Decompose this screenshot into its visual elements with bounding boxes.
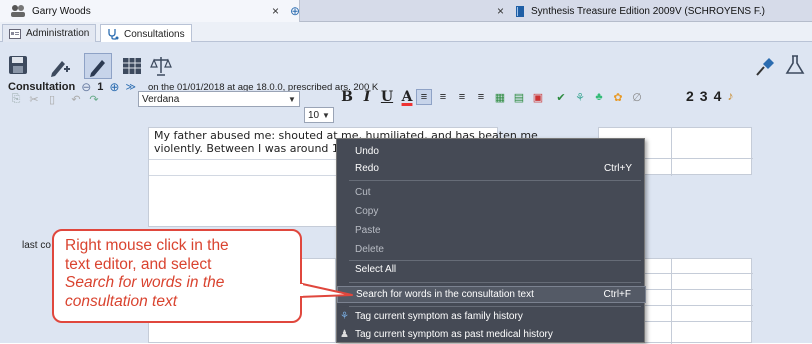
font-size-select[interactable]: 10 ▼	[304, 107, 334, 123]
menu-item-label: Search for words in the consultation tex…	[356, 289, 534, 300]
book-tab-label: Synthesis Treasure Edition 2009V (SCHROY…	[531, 5, 765, 17]
menu-item-cut[interactable]: Cut	[337, 184, 646, 201]
menu-item-label: Paste	[355, 225, 381, 236]
save-button[interactable]	[8, 55, 30, 77]
sub-tab-bar: Administration Consultations	[0, 22, 812, 43]
copy-icon[interactable]: ⎘	[8, 91, 24, 107]
redo-icon[interactable]: ↷	[86, 91, 102, 107]
menu-item-shortcut: Ctrl+F	[603, 289, 632, 300]
callout-line-3: Search for words in the	[65, 274, 225, 291]
align-right-icon[interactable]: ≡	[454, 89, 470, 105]
next-consultation-icon[interactable]: ⊕	[109, 80, 119, 94]
align-center-icon[interactable]: ≡	[435, 89, 451, 105]
family-tree-icon[interactable]: ⚘	[572, 89, 588, 105]
menu-item-label: Tag current symptom as past medical hist…	[355, 329, 553, 340]
family-tree-icon: ⚘	[340, 311, 349, 322]
add-tab-icon[interactable]: ⊕	[290, 4, 300, 18]
align-justify-icon[interactable]: ≡	[473, 89, 489, 105]
scales-icon	[150, 57, 172, 76]
insert-column-icon[interactable]: ▤	[511, 89, 527, 105]
scales-button[interactable]	[150, 55, 172, 77]
chevron-down-icon: ▼	[322, 110, 330, 120]
menu-item-shortcut: Ctrl+Y	[603, 163, 632, 174]
font-color-button[interactable]: A	[398, 89, 416, 105]
book-tab[interactable]: Synthesis Treasure Edition 2009V (SCHROY…	[515, 0, 765, 22]
pin-icon	[756, 58, 774, 76]
window-tab-bar: Garry Woods × ⊕ × Synthesis Treasure Edi…	[0, 0, 812, 22]
menu-item-delete[interactable]: Delete	[337, 241, 646, 258]
tab-administration[interactable]: Administration	[2, 24, 97, 42]
text-style-group: B I U A	[338, 89, 416, 105]
tab-consultations[interactable]: Consultations	[100, 24, 192, 43]
insert-row-icon[interactable]: ▦	[492, 89, 508, 105]
menu-item-tag-family-history[interactable]: ⚘ Tag current symptom as family history	[337, 308, 646, 325]
level-group: 2 3 4 ♪	[686, 88, 733, 104]
undo-icon[interactable]: ↶	[68, 91, 84, 107]
paste-icon[interactable]: ▯	[44, 91, 60, 107]
menu-item-label: Select All	[355, 264, 397, 275]
callout-line-1: Right mouse click in the	[65, 237, 229, 254]
align-group: ≡ ≡ ≡ ≡ ▦ ▤ ▣ ✔ ⚘ ♣ ✿ ∅	[416, 89, 645, 105]
align-left-icon[interactable]: ≡	[416, 89, 432, 105]
callout-text: Right mouse click in the text editor, an…	[65, 237, 297, 311]
level-2-button[interactable]: 2	[686, 88, 694, 104]
pen-icon	[90, 60, 105, 77]
menu-item-label: Tag current symptom as family history	[355, 311, 523, 322]
font-family-value: Verdana	[142, 93, 180, 105]
menu-item-label: Delete	[355, 244, 384, 255]
callout-line-4: consultation text	[65, 292, 178, 310]
menu-item-select-all[interactable]: Select All	[337, 261, 646, 278]
id-card-icon	[9, 28, 21, 39]
gift-icon[interactable]: ✿	[610, 89, 626, 105]
tab-administration-label: Administration	[26, 28, 90, 39]
book-icon	[516, 5, 524, 17]
save-icon	[9, 56, 27, 74]
menu-item-label: Cut	[355, 187, 371, 198]
bold-button[interactable]: B	[338, 89, 356, 105]
menu-item-label: Copy	[355, 206, 379, 217]
music-icon[interactable]: ♪	[727, 89, 733, 103]
underline-button[interactable]: U	[378, 89, 396, 105]
font-size-value: 10	[308, 109, 320, 121]
level-3-button[interactable]: 3	[700, 88, 708, 104]
medical-history-icon[interactable]: ♣	[591, 89, 607, 105]
edit-mode-button[interactable]	[84, 53, 112, 79]
chevron-down-icon: ▼	[288, 94, 296, 104]
edit-add-button[interactable]	[48, 55, 72, 77]
patient-tab-label: Garry Woods	[32, 5, 91, 17]
patient-tab[interactable]: Garry Woods	[0, 0, 300, 22]
link-icon[interactable]: ∅	[629, 89, 645, 105]
flask-button[interactable]	[784, 54, 806, 76]
patient-icon	[11, 5, 25, 17]
menu-item-label: Redo	[355, 163, 379, 174]
level-4-button[interactable]: 4	[714, 88, 722, 104]
check-icon[interactable]: ✔	[553, 89, 569, 105]
close-patient-tab-icon[interactable]: ×	[272, 4, 279, 18]
history-person-icon: ♟	[340, 329, 349, 340]
menu-item-tag-past-history[interactable]: ♟ Tag current symptom as past medical hi…	[337, 326, 646, 343]
delete-cell-icon[interactable]: ▣	[530, 89, 546, 105]
flask-icon	[785, 55, 805, 74]
callout-line-2: text editor, and select	[65, 255, 212, 273]
menu-item-copy[interactable]: Copy	[337, 203, 646, 220]
menu-item-label: Undo	[355, 146, 379, 157]
context-menu: Undo Redo Ctrl+Y Cut Copy Paste Delete Se…	[336, 138, 646, 343]
table-button[interactable]	[122, 56, 142, 76]
pin-button[interactable]	[754, 55, 776, 77]
menu-item-redo[interactable]: Redo Ctrl+Y	[337, 160, 646, 177]
close-book-tab-icon[interactable]: ×	[497, 4, 504, 18]
menu-item-undo[interactable]: Undo	[337, 143, 646, 160]
cut-icon[interactable]: ✂	[26, 91, 42, 107]
pen-add-icon	[51, 61, 70, 77]
menu-item-search-words[interactable]: Search for words in the consultation tex…	[337, 286, 646, 303]
last-consultations-label: last co	[22, 240, 51, 251]
menu-item-paste[interactable]: Paste	[337, 222, 646, 239]
expand-chevron-icon[interactable]: ≫	[125, 82, 135, 93]
font-family-select[interactable]: Verdana ▼	[138, 91, 300, 107]
stethoscope-icon	[108, 29, 119, 40]
tab-consultations-label: Consultations	[124, 28, 185, 40]
format-toolbar: ⎘ ✂ ▯ ↶ ↷	[8, 89, 102, 109]
table-icon	[123, 58, 141, 74]
italic-button[interactable]: I	[358, 89, 376, 105]
